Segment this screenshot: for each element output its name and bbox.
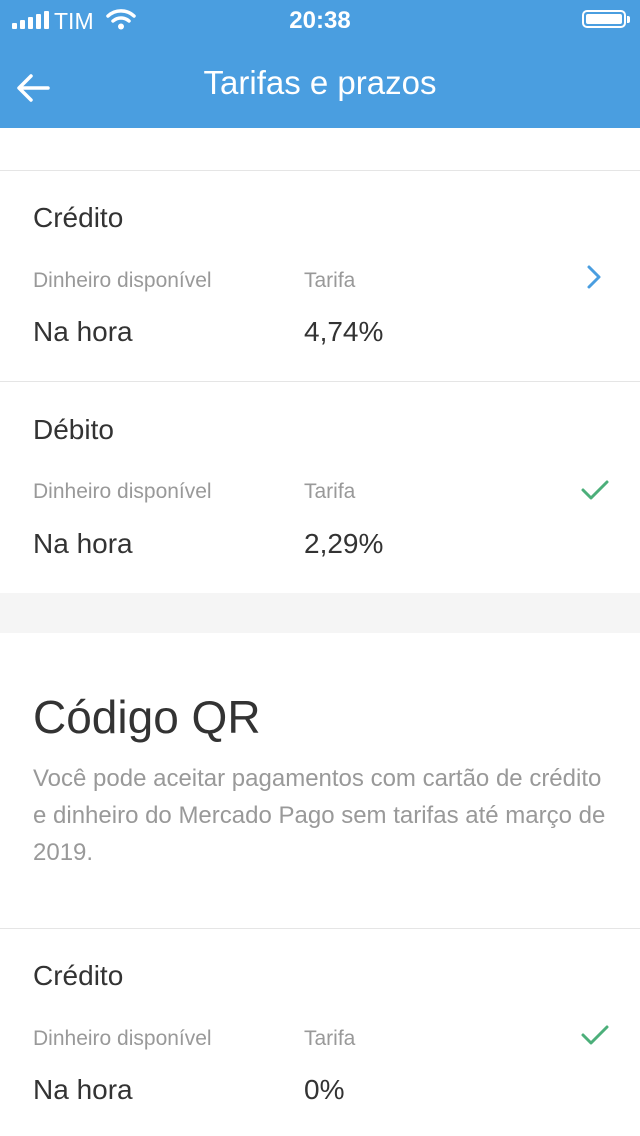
- qr-description: Você pode aceitar pagamentos com cartão …: [33, 765, 606, 866]
- chevron-right-icon[interactable]: [584, 264, 604, 290]
- availability-value: Na hora: [33, 1074, 133, 1105]
- section-separator: [0, 593, 640, 633]
- availability-value: Na hora: [33, 316, 133, 347]
- section-title: Débito: [33, 414, 114, 445]
- status-time: 20:38: [289, 7, 351, 34]
- availability-label: Dinheiro disponível: [33, 269, 212, 292]
- status-bar: TIM 20:38: [0, 0, 640, 40]
- divider: [0, 928, 640, 929]
- battery-icon: [582, 10, 630, 28]
- check-icon: [581, 1025, 609, 1045]
- divider: [0, 381, 640, 382]
- fee-label: Tarifa: [304, 480, 356, 503]
- section-title: Crédito: [33, 960, 124, 991]
- section-title: Crédito: [33, 202, 124, 233]
- availability-label: Dinheiro disponível: [33, 1027, 212, 1050]
- app-header: TIM 20:38 Tarifas e prazos: [0, 0, 640, 128]
- fee-label: Tarifa: [304, 269, 356, 292]
- divider: [0, 170, 640, 171]
- page-title: Tarifas e prazos: [203, 64, 437, 101]
- check-icon: [581, 480, 609, 500]
- fee-label: Tarifa: [304, 1027, 356, 1050]
- fee-value: 2,29%: [304, 528, 384, 559]
- availability-value: Na hora: [33, 528, 133, 559]
- qr-section-title: Código QR: [33, 691, 261, 743]
- fee-value: 4,74%: [304, 316, 384, 347]
- availability-label: Dinheiro disponível: [33, 480, 212, 503]
- fee-value: 0%: [304, 1074, 345, 1105]
